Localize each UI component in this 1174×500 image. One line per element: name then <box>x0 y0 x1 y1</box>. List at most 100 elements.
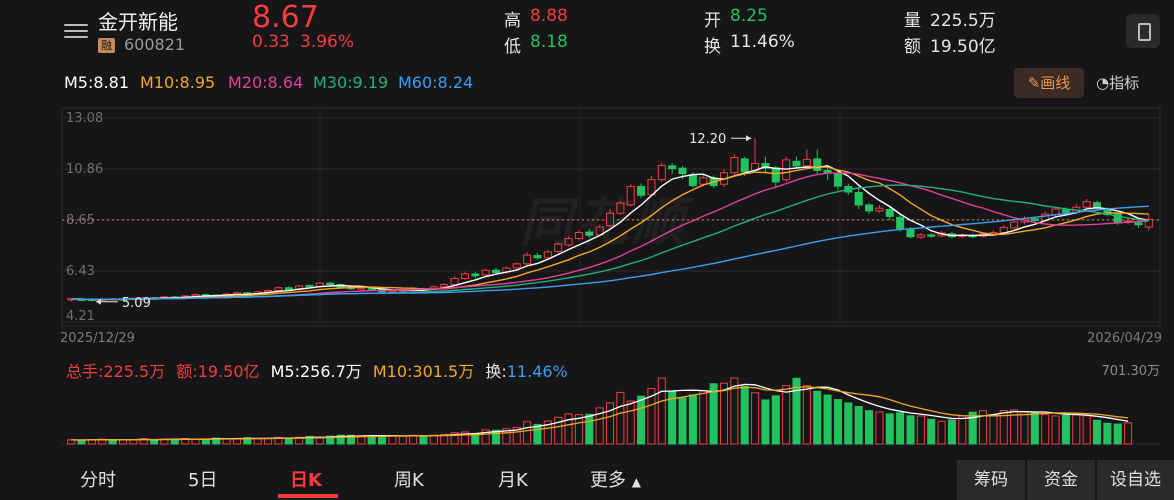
open-value: 8.25 <box>730 6 768 26</box>
candle-down <box>885 209 894 217</box>
volume-bar-down <box>896 412 905 445</box>
candle-down <box>1134 222 1143 226</box>
candle-down <box>284 287 293 291</box>
candle-up <box>388 290 397 293</box>
volume-bar-up <box>719 382 729 445</box>
low-label: 低 <box>504 37 521 57</box>
volume-bar-up <box>616 391 625 445</box>
candle-up <box>274 287 283 291</box>
tab-daily-k[interactable]: 日K <box>290 466 322 492</box>
y-tick-label: 8.65 <box>66 213 95 228</box>
volume-bar-up <box>398 435 407 445</box>
volume-bar-down <box>419 435 428 445</box>
volume-bar-down <box>854 406 863 445</box>
stock-name: 金开新能 <box>98 10 178 34</box>
candle-up <box>450 278 459 286</box>
high-value: 8.88 <box>530 6 568 26</box>
volume-bar-up <box>989 414 998 445</box>
ma10-legend: M10:8.95 <box>140 73 216 92</box>
candle-down <box>1030 218 1039 222</box>
volume-bar-down <box>823 394 832 445</box>
draw-line-label: 画线 <box>1040 74 1071 92</box>
tab-monthly-k[interactable]: 月K <box>498 466 528 492</box>
volume-bar-down <box>906 415 915 445</box>
candle-up <box>1082 201 1091 208</box>
device-icon[interactable] <box>1126 14 1160 48</box>
volume-chart[interactable] <box>0 376 1174 448</box>
draw-line-button[interactable]: ✎画线 <box>1014 68 1084 98</box>
menu-icon[interactable] <box>64 20 88 40</box>
volume-bar-up <box>1020 411 1029 445</box>
y-tick-label: 4.21 <box>66 309 95 324</box>
volume-bar-up <box>564 413 573 445</box>
volume-bar-up <box>1124 422 1133 445</box>
candle-down <box>927 234 936 237</box>
tab-weekly-k[interactable]: 周K <box>394 466 424 492</box>
price-change-pct: 3.96% <box>300 32 355 52</box>
volume-bar-up <box>253 438 262 445</box>
candle-down <box>1061 209 1070 213</box>
volume-bar-up <box>937 420 946 445</box>
add-watchlist-button[interactable]: 设自选 <box>1097 460 1174 500</box>
volume-bar-down <box>637 395 646 445</box>
margin-badge: 融 <box>98 38 115 53</box>
volume-bar-up <box>802 385 811 445</box>
tab-more-label: 更多 <box>590 470 626 491</box>
amount-label: 额 <box>904 37 921 57</box>
y-tick-label: 10.86 <box>66 162 103 177</box>
volume-bar-up <box>916 415 925 445</box>
volume-bar-up <box>699 390 708 445</box>
y-tick-label: 13.08 <box>66 111 103 126</box>
volume-bar-down <box>771 395 780 445</box>
candle-up <box>512 263 521 269</box>
quote-header: 金开新能 融 600821 8.67 0.33 3.96% 高 8.88 低 8… <box>0 0 1174 64</box>
candle-down <box>823 169 832 174</box>
volume-bar-down <box>1092 419 1102 445</box>
stock-code: 600821 <box>124 35 186 54</box>
candle-down <box>533 255 542 259</box>
volume-bar-up <box>751 392 760 445</box>
chips-button[interactable]: 筹码 <box>957 460 1025 500</box>
tab-more[interactable]: 更多 ▲ <box>590 466 641 492</box>
watermark: 同花顺 <box>520 193 689 253</box>
candle-down <box>668 165 677 170</box>
candle-up <box>440 284 449 288</box>
volume-label: 量 <box>904 11 921 31</box>
candle-down <box>906 228 915 238</box>
current-price: 8.67 <box>252 0 319 35</box>
candle-up <box>1010 221 1019 229</box>
candle-up <box>802 158 811 167</box>
tab-intraday[interactable]: 分时 <box>80 466 116 492</box>
volume-bar-down <box>585 413 594 445</box>
ma30-legend: M30:9.19 <box>313 73 389 92</box>
tab-5day[interactable]: 5日 <box>188 466 217 492</box>
ma5-legend: M5:8.81 <box>64 73 129 92</box>
volume-bar-up <box>315 437 324 445</box>
candle-up <box>460 273 469 280</box>
candle-up <box>523 254 532 265</box>
candle-up <box>875 207 884 212</box>
candle-down <box>771 167 780 183</box>
candle-up <box>481 269 490 276</box>
candle-down <box>833 173 842 187</box>
candle-down <box>792 160 801 167</box>
volume-bar-up <box>875 411 884 445</box>
candle-up <box>699 177 708 185</box>
volume-bar-down <box>927 418 936 445</box>
funds-button[interactable]: 资金 <box>1027 460 1095 500</box>
caret-up-icon: ▲ <box>631 475 641 489</box>
volume-bar-up <box>1072 413 1081 445</box>
candle-down <box>491 269 501 274</box>
price-change: 0.33 <box>252 32 290 52</box>
min-price-annotation: 5.09 <box>122 296 151 311</box>
volume-bar-up <box>1041 414 1050 445</box>
candle-down <box>740 158 749 173</box>
candle-down <box>854 192 863 206</box>
volume-bar-up <box>1082 415 1091 445</box>
indicator-button[interactable]: ◔指标 <box>1096 68 1139 98</box>
indicator-label: 指标 <box>1109 74 1140 92</box>
ma60-legend: M60:8.24 <box>398 73 474 92</box>
volume-bar-down <box>150 439 159 445</box>
y-tick-label: 6.43 <box>66 264 95 279</box>
low-value: 8.18 <box>530 32 568 52</box>
